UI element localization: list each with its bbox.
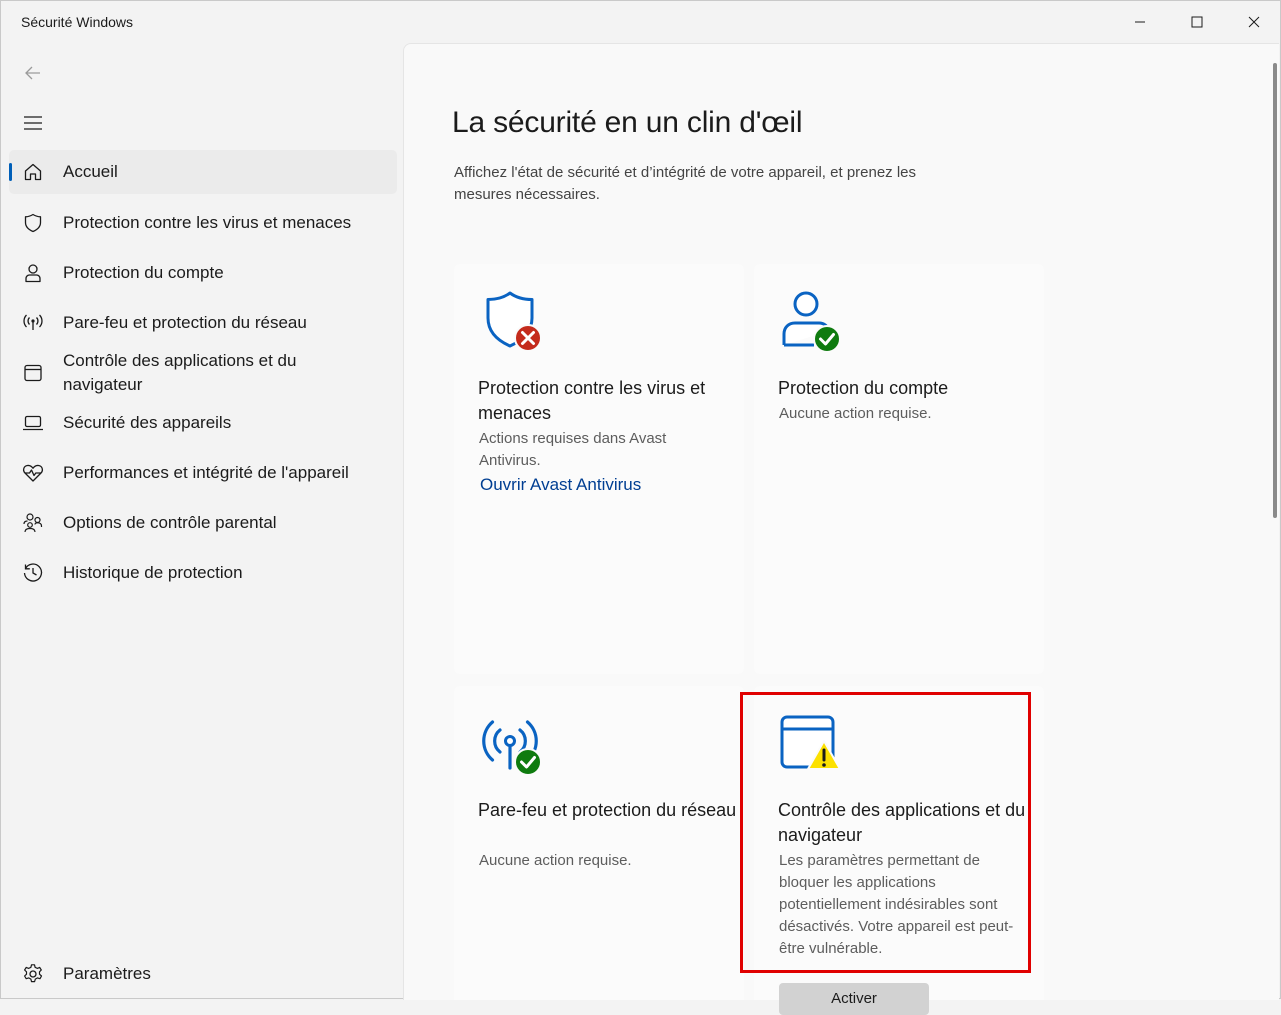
sidebar-item-label: Protection du compte xyxy=(63,263,224,282)
card-title: Pare-feu et protection du réseau xyxy=(478,800,737,820)
sidebar-item-protection-history[interactable]: Historique de protection xyxy=(9,551,397,595)
card-status: Aucune action requise. xyxy=(779,405,932,422)
account-ok-icon xyxy=(776,288,844,356)
card-status: Les paramètres permettant de bloquer les… xyxy=(779,852,1014,957)
scrollbar[interactable] xyxy=(1273,63,1277,518)
card-status: Aucune action requise. xyxy=(479,852,632,869)
back-button[interactable] xyxy=(17,57,49,89)
history-icon xyxy=(21,561,45,585)
card-account-protection[interactable]: Protection du compte Aucune action requi… xyxy=(754,264,1044,674)
person-icon xyxy=(21,261,45,285)
sidebar-item-device-security[interactable]: Sécurité des appareils xyxy=(9,401,397,445)
sidebar-item-label: Options de contrôle parental xyxy=(63,513,277,532)
hamburger-menu-icon xyxy=(24,116,42,130)
app-window: Sécurité Windows Accueil Protection cont… xyxy=(0,0,1281,1015)
laptop-icon xyxy=(21,411,45,435)
family-icon xyxy=(21,511,45,535)
shield-icon xyxy=(21,211,45,235)
card-status: Actions requises dans Avast Antivirus. xyxy=(479,430,667,469)
sidebar-item-parental-control[interactable]: Options de contrôle parental xyxy=(9,501,397,545)
sidebar-item-label: Paramètres xyxy=(63,964,151,983)
sidebar-item-virus-protection[interactable]: Protection contre les virus et menaces xyxy=(9,201,397,245)
gear-icon xyxy=(21,962,45,986)
sidebar-item-label: Protection contre les virus et menaces xyxy=(63,213,352,232)
sidebar-item-account-protection[interactable]: Protection du compte xyxy=(9,251,397,295)
main-content: La sécurité en un clin d'œil Affichez l'… xyxy=(403,43,1279,1000)
sidebar-item-label: Sécurité des appareils xyxy=(63,413,232,432)
title-bar: Sécurité Windows xyxy=(1,1,1281,43)
browser-window-icon xyxy=(21,361,45,385)
sidebar-item-app-browser-control[interactable]: Contrôle des applications et du navigate… xyxy=(9,346,397,400)
app-browser-warning-icon xyxy=(776,710,844,778)
minimize-icon xyxy=(1135,21,1145,23)
page-description: Affichez l'état de sécurité et d’intégri… xyxy=(454,164,917,203)
sidebar-item-label: Pare-feu et protection du réseau xyxy=(63,313,307,332)
sidebar-item-label: Contrôle des applications et du navigate… xyxy=(63,351,297,394)
firewall-ok-icon xyxy=(476,710,544,778)
close-icon xyxy=(1248,16,1260,28)
wifi-antenna-icon xyxy=(21,311,45,335)
card-title: Protection contre les virus et menaces xyxy=(478,378,706,423)
sidebar-item-firewall[interactable]: Pare-feu et protection du réseau xyxy=(9,301,397,345)
home-icon xyxy=(21,160,45,184)
card-title: Protection du compte xyxy=(778,378,949,398)
card-app-browser-control[interactable]: Contrôle des applications et du navigate… xyxy=(754,686,1044,1000)
menu-button[interactable] xyxy=(17,107,49,139)
heart-pulse-icon xyxy=(21,461,45,485)
card-virus-protection[interactable]: Protection contre les virus et menaces A… xyxy=(454,264,744,674)
sidebar-item-label: Accueil xyxy=(63,162,118,181)
minimize-button[interactable] xyxy=(1111,1,1169,43)
maximize-button[interactable] xyxy=(1168,1,1226,43)
sidebar-item-label: Historique de protection xyxy=(63,563,243,582)
sidebar-item-accueil[interactable]: Accueil xyxy=(9,150,397,194)
sidebar-item-settings[interactable]: Paramètres xyxy=(9,952,397,996)
sidebar: Accueil Protection contre les virus et m… xyxy=(1,43,403,1000)
activate-button[interactable]: Activer xyxy=(779,983,929,1015)
close-button[interactable] xyxy=(1225,1,1281,43)
maximize-icon xyxy=(1191,16,1203,28)
window-title: Sécurité Windows xyxy=(21,14,134,30)
card-firewall[interactable]: Pare-feu et protection du réseau Aucune … xyxy=(454,686,744,1000)
page-title: La sécurité en un clin d'œil xyxy=(452,106,803,139)
sidebar-item-device-performance[interactable]: Performances et intégrité de l'appareil xyxy=(9,451,397,495)
back-arrow-icon xyxy=(25,66,40,80)
shield-error-icon xyxy=(476,288,544,356)
sidebar-item-label: Performances et intégrité de l'appareil xyxy=(63,463,349,482)
open-avast-link[interactable]: Ouvrir Avast Antivirus xyxy=(480,475,641,495)
card-title: Contrôle des applications et du navigate… xyxy=(778,800,1026,845)
